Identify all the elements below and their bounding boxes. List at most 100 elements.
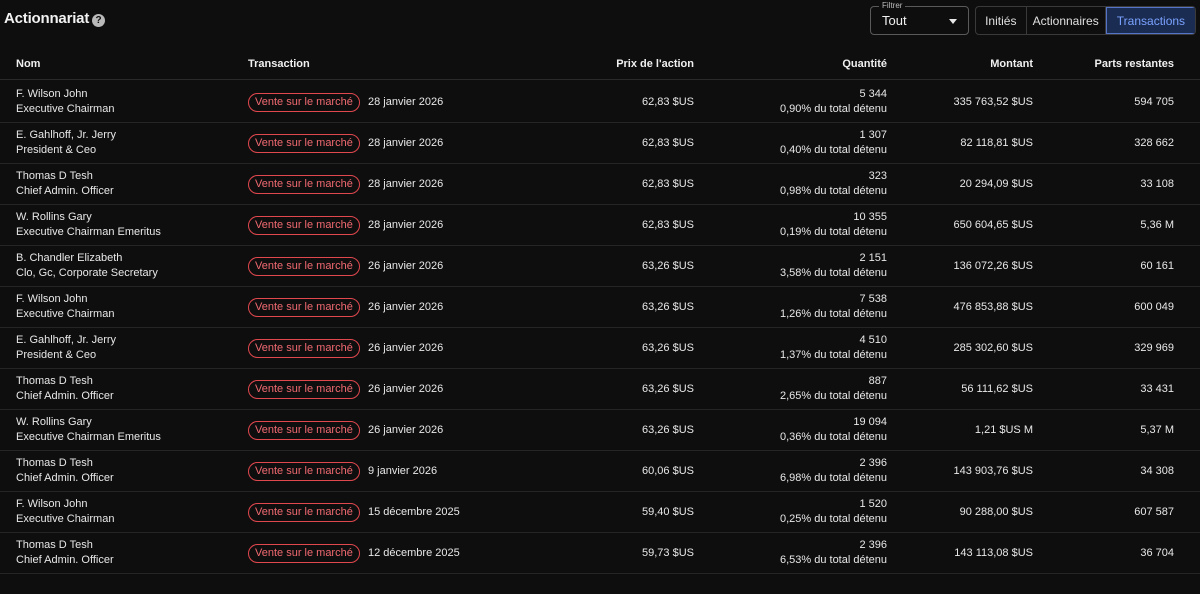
insider-role: Executive Chairman — [16, 513, 115, 525]
quantity-cell: 323 0,98% du total détenu — [780, 169, 887, 199]
insider-name[interactable]: Thomas D Tesh — [16, 375, 93, 387]
table-row[interactable]: Thomas D Tesh Chief Admin. Officer Vente s… — [0, 369, 1200, 410]
remaining-shares: 5,37 M — [1140, 424, 1174, 436]
tab-inities[interactable]: Initiés — [976, 7, 1027, 34]
insider-name[interactable]: F. Wilson John — [16, 293, 88, 305]
quantity-value: 2 396 — [859, 457, 887, 469]
remaining-shares: 33 108 — [1140, 178, 1174, 190]
insider-cell: Thomas D Tesh Chief Admin. Officer — [16, 456, 114, 486]
remaining-shares: 594 705 — [1134, 96, 1174, 108]
insider-cell: Thomas D Tesh Chief Admin. Officer — [16, 538, 114, 568]
column-header-prix[interactable]: Prix de l'action — [616, 58, 694, 70]
transaction-type-badge: Vente sur le marché — [248, 134, 360, 153]
remaining-shares: 60 161 — [1140, 260, 1174, 272]
share-price: 59,73 $US — [642, 547, 694, 559]
page-header: Actionnariat ? Filtrer Tout Initiés Acti… — [0, 0, 1200, 44]
column-header-montant[interactable]: Montant — [990, 58, 1033, 70]
transaction-amount: 20 294,09 $US — [959, 178, 1033, 190]
share-price: 63,26 $US — [642, 301, 694, 313]
transaction-amount: 143 113,08 $US — [954, 547, 1033, 559]
share-price: 62,83 $US — [642, 178, 694, 190]
share-price: 62,83 $US — [642, 137, 694, 149]
insider-name[interactable]: W. Rollins Gary — [16, 211, 92, 223]
insider-name[interactable]: W. Rollins Gary — [16, 416, 92, 428]
transaction-date: 26 janvier 2026 — [368, 424, 444, 436]
share-price: 63,26 $US — [642, 342, 694, 354]
share-price: 59,40 $US — [642, 506, 694, 518]
table-row[interactable]: E. Gahlhoff, Jr. Jerry President & Ceo Ven… — [0, 328, 1200, 369]
insider-name[interactable]: E. Gahlhoff, Jr. Jerry — [16, 129, 116, 141]
transaction-type-badge: Vente sur le marché — [248, 339, 360, 358]
quantity-percent: 0,40% du total détenu — [779, 144, 887, 156]
table-row[interactable]: B. Chandler Elizabeth Clo, Gc, Corporate … — [0, 246, 1200, 287]
table-row[interactable]: W. Rollins Gary Executive Chairman Emerit… — [0, 205, 1200, 246]
insider-name[interactable]: F. Wilson John — [16, 498, 88, 510]
insider-name[interactable]: B. Chandler Elizabeth — [16, 252, 122, 264]
insider-role: Chief Admin. Officer — [16, 185, 114, 197]
insider-role: President & Ceo — [16, 144, 97, 156]
transaction-date: 28 janvier 2026 — [368, 96, 444, 108]
quantity-percent: 6,53% du total détenu — [779, 554, 887, 566]
filter-select[interactable]: Filtrer Tout — [870, 0, 969, 35]
quantity-value: 7 538 — [859, 293, 887, 305]
table-row[interactable]: Thomas D Tesh Chief Admin. Officer Vente s… — [0, 533, 1200, 574]
quantity-cell: 887 2,65% du total détenu — [780, 374, 887, 404]
table-row[interactable]: F. Wilson John Executive Chairman Vente su… — [0, 82, 1200, 123]
filter-value: Tout — [882, 13, 907, 28]
table-header: Nom Transaction Prix de l'action Quantit… — [0, 48, 1200, 80]
transaction-date: 12 décembre 2025 — [368, 547, 460, 559]
share-price: 62,83 $US — [642, 219, 694, 231]
quantity-cell: 10 355 0,19% du total détenu — [780, 210, 887, 240]
transaction-date: 26 janvier 2026 — [368, 260, 444, 272]
insider-name[interactable]: Thomas D Tesh — [16, 170, 93, 182]
quantity-percent: 6,98% du total détenu — [779, 472, 887, 484]
quantity-percent: 0,25% du total détenu — [779, 513, 887, 525]
transaction-date: 26 janvier 2026 — [368, 342, 444, 354]
insider-cell: B. Chandler Elizabeth Clo, Gc, Corporate … — [16, 251, 158, 281]
quantity-value: 1 520 — [859, 498, 887, 510]
table-row[interactable]: E. Gahlhoff, Jr. Jerry President & Ceo Ven… — [0, 123, 1200, 164]
insider-name[interactable]: Thomas D Tesh — [16, 457, 93, 469]
column-header-quantite[interactable]: Quantité — [842, 58, 887, 70]
quantity-value: 323 — [868, 170, 887, 182]
insider-role: Chief Admin. Officer — [16, 554, 114, 566]
transaction-type-badge: Vente sur le marché — [248, 503, 360, 522]
transaction-amount: 650 604,65 $US — [953, 219, 1033, 231]
quantity-percent: 1,26% du total détenu — [779, 308, 887, 320]
table-row[interactable]: F. Wilson John Executive Chairman Vente su… — [0, 492, 1200, 533]
insider-name[interactable]: E. Gahlhoff, Jr. Jerry — [16, 334, 116, 346]
table-row[interactable]: W. Rollins Gary Executive Chairman Emerit… — [0, 410, 1200, 451]
tab-transactions[interactable]: Transactions — [1105, 7, 1195, 34]
transaction-amount: 143 903,76 $US — [953, 465, 1033, 477]
transaction-type-badge: Vente sur le marché — [248, 462, 360, 481]
insider-cell: Thomas D Tesh Chief Admin. Officer — [16, 374, 114, 404]
quantity-value: 2 396 — [859, 539, 887, 551]
transaction-type-badge: Vente sur le marché — [248, 175, 360, 194]
quantity-value: 4 510 — [859, 334, 887, 346]
insider-name[interactable]: Thomas D Tesh — [16, 539, 93, 551]
tab-actionnaires[interactable]: Actionnaires — [1027, 7, 1106, 34]
table-row[interactable]: Thomas D Tesh Chief Admin. Officer Vente s… — [0, 164, 1200, 205]
remaining-shares: 328 662 — [1134, 137, 1174, 149]
quantity-percent: 0,90% du total détenu — [779, 103, 887, 115]
remaining-shares: 600 049 — [1134, 301, 1174, 313]
quantity-percent: 1,37% du total détenu — [779, 349, 887, 361]
transaction-date: 26 janvier 2026 — [368, 383, 444, 395]
insider-cell: Thomas D Tesh Chief Admin. Officer — [16, 169, 114, 199]
transaction-amount: 1,21 $US M — [974, 424, 1033, 436]
transaction-date: 26 janvier 2026 — [368, 301, 444, 313]
remaining-shares: 5,36 M — [1140, 219, 1174, 231]
quantity-percent: 0,98% du total détenu — [779, 185, 887, 197]
insider-cell: F. Wilson John Executive Chairman — [16, 497, 114, 527]
column-header-nom[interactable]: Nom — [16, 58, 40, 70]
insider-name[interactable]: F. Wilson John — [16, 88, 88, 100]
quantity-value: 5 344 — [859, 88, 887, 100]
column-header-parts-restantes[interactable]: Parts restantes — [1095, 58, 1175, 70]
table-row[interactable]: Thomas D Tesh Chief Admin. Officer Vente s… — [0, 451, 1200, 492]
column-header-transaction[interactable]: Transaction — [248, 58, 310, 70]
quantity-cell: 5 344 0,90% du total détenu — [780, 87, 887, 117]
transaction-date: 28 janvier 2026 — [368, 137, 444, 149]
question-circle-icon[interactable]: ? — [92, 14, 105, 27]
quantity-value: 19 094 — [853, 416, 887, 428]
table-row[interactable]: F. Wilson John Executive Chairman Vente su… — [0, 287, 1200, 328]
